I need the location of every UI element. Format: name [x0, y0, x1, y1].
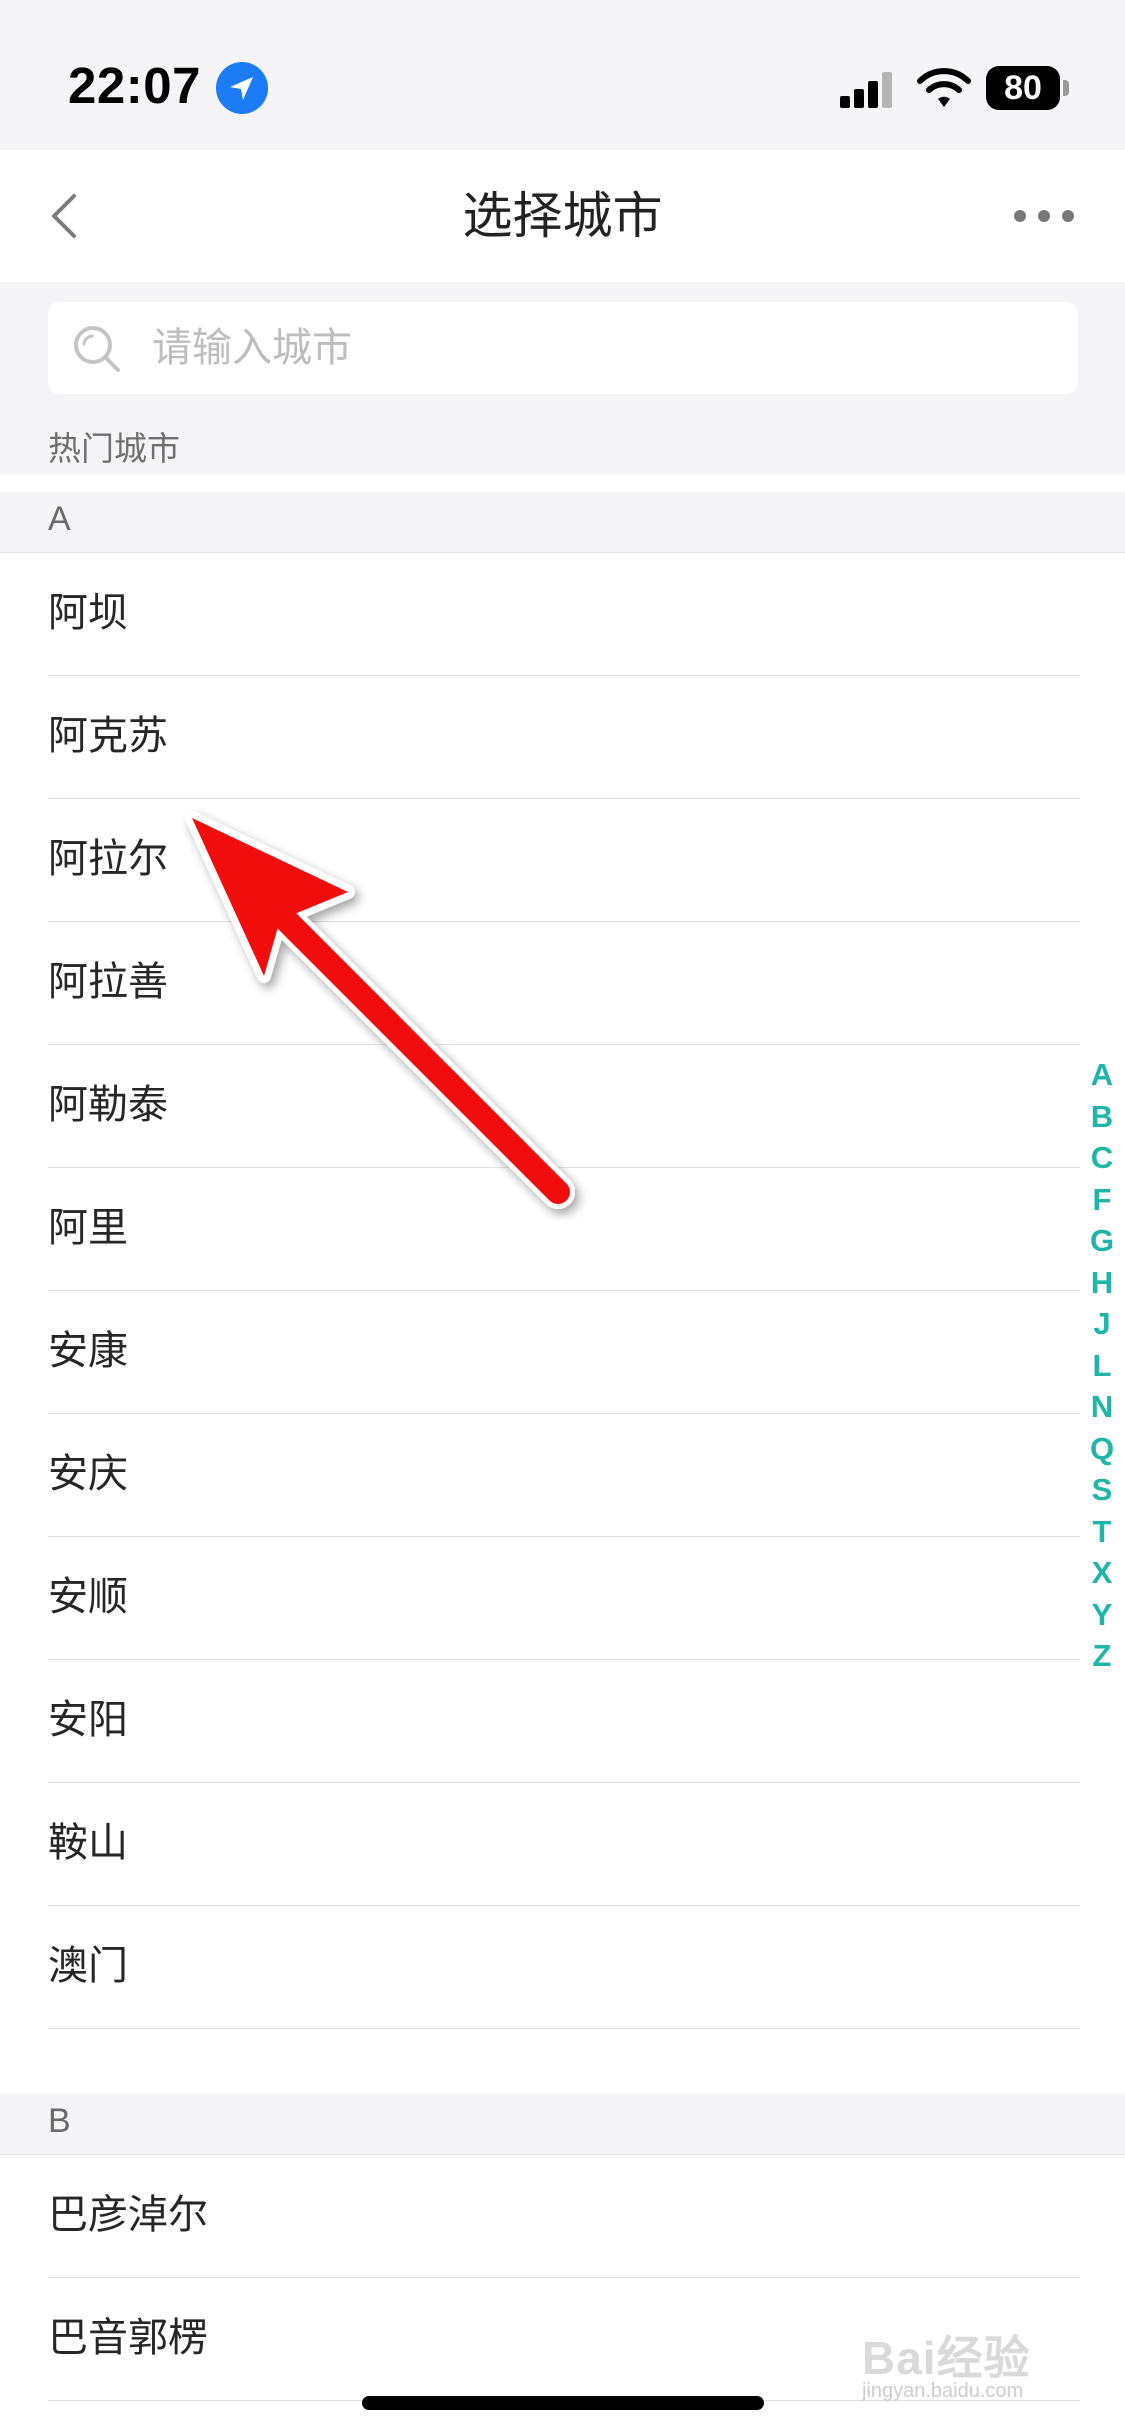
- index-letter-g[interactable]: G: [1085, 1220, 1119, 1262]
- index-letter-c[interactable]: C: [1085, 1137, 1119, 1179]
- city-name: 安阳: [48, 1697, 128, 1743]
- battery-icon: 80: [986, 66, 1070, 110]
- city-item[interactable]: 澳门: [48, 1906, 1080, 2029]
- city-item[interactable]: 安阳: [48, 1660, 1080, 1783]
- index-letter-x[interactable]: X: [1085, 1552, 1119, 1594]
- city-name: 巴音郭楞: [48, 2315, 208, 2361]
- status-bar: 22:07 80: [0, 0, 1125, 150]
- city-item[interactable]: 安庆: [48, 1414, 1080, 1537]
- baidu-watermark: Bai经验 jingyan.baidu.com: [852, 2322, 1092, 2412]
- location-arrow-icon: [216, 62, 268, 114]
- index-letter-b[interactable]: B: [1085, 1096, 1119, 1138]
- index-letter-j[interactable]: J: [1085, 1303, 1119, 1345]
- hot-cities-label: 热门城市: [48, 429, 180, 468]
- index-letter-y[interactable]: Y: [1085, 1594, 1119, 1636]
- search-box[interactable]: [48, 302, 1078, 394]
- index-letter-h[interactable]: H: [1085, 1262, 1119, 1304]
- index-letter-s[interactable]: S: [1085, 1469, 1119, 1511]
- watermark-url: jingyan.baidu.com: [862, 2380, 1024, 2402]
- city-name: 阿拉尔: [48, 836, 168, 882]
- alphabet-index-bar: A B C F G H J L N Q S T X Y Z: [1085, 1054, 1119, 1677]
- battery-level: 80: [986, 66, 1060, 110]
- index-letter-z[interactable]: Z: [1085, 1635, 1119, 1677]
- index-letter-l[interactable]: L: [1085, 1345, 1119, 1387]
- index-letter-q[interactable]: Q: [1085, 1428, 1119, 1470]
- signal-icon: [838, 70, 898, 110]
- city-item[interactable]: 巴彦淖尔: [48, 2155, 1080, 2278]
- section-header-a: A: [0, 492, 1125, 553]
- watermark-logo: Bai经验: [862, 2332, 1031, 2384]
- city-name: 阿克苏: [48, 713, 168, 759]
- city-item[interactable]: 阿坝: [48, 553, 1080, 676]
- wifi-icon: [916, 66, 972, 110]
- city-name: 安康: [48, 1328, 128, 1374]
- search-input[interactable]: [152, 302, 1052, 394]
- city-name: 阿拉善: [48, 959, 168, 1005]
- section-header-b: B: [0, 2094, 1125, 2155]
- city-item[interactable]: 阿克苏: [48, 676, 1080, 799]
- city-name: 鞍山: [48, 1820, 128, 1866]
- nav-bar: 选择城市: [0, 150, 1125, 282]
- city-item[interactable]: 鞍山: [48, 1783, 1080, 1906]
- red-arrow-annotation: [185, 811, 575, 1209]
- city-name: 安顺: [48, 1574, 128, 1620]
- section-letter: A: [48, 500, 71, 538]
- index-letter-t[interactable]: T: [1085, 1511, 1119, 1553]
- city-item[interactable]: 安顺: [48, 1537, 1080, 1660]
- search-area: 热门城市: [0, 282, 1125, 474]
- search-icon: [70, 322, 124, 376]
- home-indicator: [362, 2396, 764, 2410]
- status-time: 22:07: [68, 57, 201, 114]
- city-name: 阿坝: [48, 590, 128, 636]
- battery-cap: [1063, 80, 1069, 96]
- city-name: 巴彦淖尔: [48, 2192, 208, 2238]
- city-name: 澳门: [48, 1943, 128, 1989]
- divider-gap: [0, 474, 1125, 492]
- more-dots-icon[interactable]: [1010, 200, 1078, 232]
- index-letter-n[interactable]: N: [1085, 1386, 1119, 1428]
- city-name: 阿里: [48, 1205, 128, 1251]
- index-letter-f[interactable]: F: [1085, 1179, 1119, 1221]
- city-name: 安庆: [48, 1451, 128, 1497]
- page-title: 选择城市: [462, 187, 663, 245]
- index-letter-a[interactable]: A: [1085, 1054, 1119, 1096]
- city-name: 阿勒泰: [48, 1082, 168, 1128]
- city-item[interactable]: 安康: [48, 1291, 1080, 1414]
- section-letter: B: [48, 2102, 71, 2140]
